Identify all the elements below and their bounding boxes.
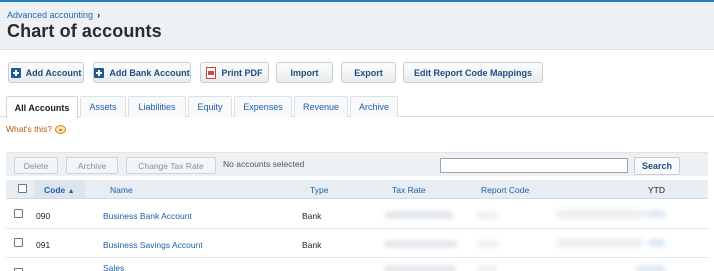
account-code: 090 [36,211,51,221]
pdf-icon [206,66,217,79]
chevron-right-icon: › [97,10,101,20]
tab-liabilities[interactable]: Liabilities [128,96,186,117]
column-header-tax-rate[interactable]: Tax Rate [392,185,426,195]
table-header: Code ▲ Name Type Tax Rate Report Code YT… [6,180,708,199]
account-type: Bank [302,240,322,250]
tab-all-accounts[interactable]: All Accounts [6,96,78,118]
import-button[interactable]: Import [276,62,333,83]
account-name-link[interactable]: Business Bank Account [103,211,192,221]
print-pdf-button[interactable]: Print PDF [200,62,269,83]
action-bar: Delete Archive Change Tax Rate No accoun… [6,152,708,176]
column-header-name[interactable]: Name [110,185,133,195]
add-account-button[interactable]: Add Account [8,62,84,83]
edit-report-code-mappings-button[interactable]: Edit Report Code Mappings [403,62,543,83]
row-checkbox[interactable] [14,209,23,218]
account-name-link[interactable]: Business Savings Account [103,240,203,250]
redacted-region [556,209,646,219]
report-code-redacted [476,211,498,219]
table-row[interactable]: Sales [6,258,708,271]
print-pdf-label: Print PDF [221,67,263,78]
plus-icon [94,67,105,78]
page-title: Chart of accounts [7,21,162,41]
account-type: Bank [302,211,322,221]
tab-revenue[interactable]: Revenue [294,96,348,117]
account-tabs: All Accounts Assets Liabilities Equity E… [0,96,714,118]
search-input[interactable] [440,158,628,173]
breadcrumb-link[interactable]: Advanced accounting [7,10,93,20]
search-button[interactable]: Search [634,157,680,175]
tax-rate-redacted [384,265,456,271]
add-bank-account-button[interactable]: Add Bank Account [93,62,191,83]
delete-button[interactable]: Delete [14,157,58,174]
tax-rate-redacted [384,211,454,219]
column-header-code[interactable]: Code ▲ [34,180,85,198]
whats-this-link[interactable]: What's this? [6,124,67,134]
report-code-redacted [476,265,498,271]
account-name-link[interactable]: Sales [103,263,124,271]
ytd-redacted [648,239,666,247]
tab-assets[interactable]: Assets [80,96,126,117]
selection-status: No accounts selected [223,159,305,169]
code-header-label: Code [44,185,66,195]
archive-button[interactable]: Archive [66,157,118,174]
tab-equity[interactable]: Equity [188,96,232,117]
column-header-ytd: YTD [648,185,665,195]
redacted-region [556,238,644,248]
ytd-redacted [646,210,666,218]
select-all-checkbox[interactable] [18,184,27,193]
page-header: Advanced accounting › Chart of accounts [0,2,714,50]
column-header-report-code[interactable]: Report Code [481,185,529,195]
tax-rate-redacted [384,240,458,248]
speech-bubble-icon [55,124,67,134]
ytd-redacted [636,265,666,271]
export-button[interactable]: Export [341,62,396,83]
plus-icon [10,67,21,78]
breadcrumb: Advanced accounting › [7,10,100,20]
whats-this-label: What's this? [6,124,53,134]
table-row[interactable]: 090 Business Bank Account Bank [6,200,708,229]
tab-archive[interactable]: Archive [350,96,398,117]
add-bank-account-label: Add Bank Account [109,67,190,78]
change-tax-rate-button[interactable]: Change Tax Rate [126,157,216,174]
table-row[interactable]: 091 Business Savings Account Bank [6,229,708,258]
toolbar: Add Account Add Bank Account Print PDF I… [0,62,714,84]
tab-expenses[interactable]: Expenses [234,96,292,117]
sort-ascending-icon: ▲ [67,188,75,195]
row-checkbox[interactable] [14,238,23,247]
account-code: 091 [36,240,51,250]
column-header-type[interactable]: Type [310,185,328,195]
report-code-redacted [476,240,500,248]
add-account-label: Add Account [25,67,82,78]
